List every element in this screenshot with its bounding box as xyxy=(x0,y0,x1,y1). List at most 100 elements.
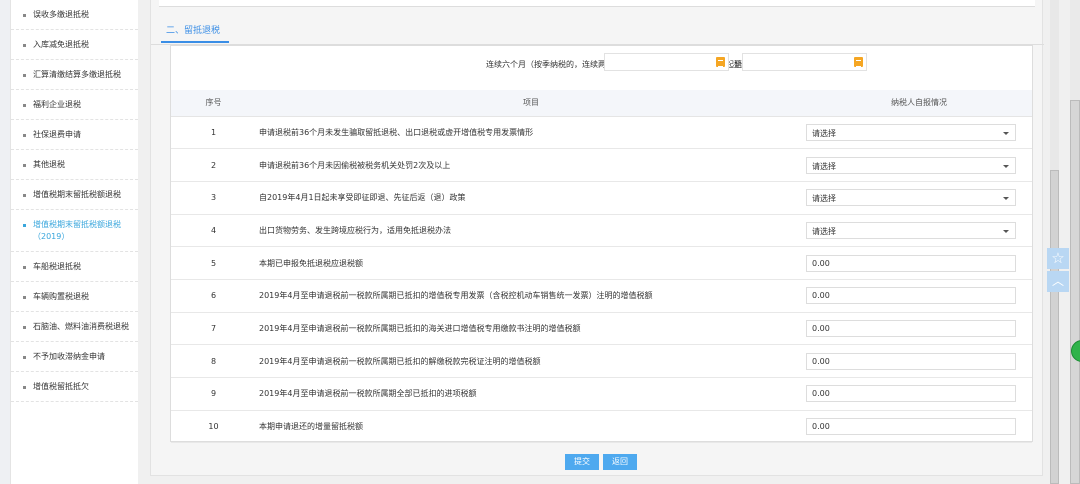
top-section xyxy=(159,0,1035,7)
row-number: 5 xyxy=(171,246,256,280)
table-row: 2 申请退税前36个月未因偷税被税务机关处罚2次及以上 请选择 xyxy=(171,148,1032,182)
refund-table: 序号 项目 纳税人自报情况 1 申请退税前36个月未发生骗取留抵退税、出口退税或虚… xyxy=(171,90,1032,444)
sidebar-item[interactable]: 增值税期末留抵税额退税（2019） xyxy=(11,210,138,252)
row-item: 申请退税前36个月未发生骗取留抵退税、出口退税或虚开增值税专用发票情形 xyxy=(256,116,806,150)
sidebar-item[interactable]: 石脑油、燃料油消费税退税 xyxy=(11,312,138,342)
row-item: 本期申请退还的增量留抵税额 xyxy=(256,410,806,444)
sidebar-item[interactable]: 入库减免退抵税 xyxy=(11,30,138,60)
amount-input[interactable]: 0.00 xyxy=(806,319,1016,337)
input-value: 0.00 xyxy=(812,422,830,432)
select-value: 请选择 xyxy=(812,128,836,138)
row-value-cell: 0.00 xyxy=(806,344,1032,378)
row-item: 2019年4月至申请退税前一税款所属期全部已抵扣的进项税额 xyxy=(256,377,806,411)
chevron-down-icon xyxy=(1003,164,1009,168)
row-number: 2 xyxy=(171,148,256,182)
row-number: 6 xyxy=(171,279,256,313)
inner-scrollbar-thumb[interactable] xyxy=(1050,170,1059,484)
sidebar-item[interactable]: 汇算清缴结算多缴退抵税 xyxy=(11,60,138,90)
select-value: 请选择 xyxy=(812,226,836,236)
row-value-cell: 请选择 xyxy=(806,214,1032,248)
button-group: 提交 返回 xyxy=(565,454,641,470)
header-self-report: 纳税人自报情况 xyxy=(806,90,1032,117)
row-item: 本期已申报免抵退税应退税额 xyxy=(256,246,806,280)
start-date-input[interactable] xyxy=(604,53,729,71)
input-value: 0.00 xyxy=(812,389,830,399)
chevron-down-icon xyxy=(1003,131,1009,135)
table-row: 3 自2019年4月1日起未享受即征即退、先征后返（退）政策 请选择 xyxy=(171,181,1032,215)
sidebar-item[interactable]: 福利企业退税 xyxy=(11,90,138,120)
calendar-icon[interactable] xyxy=(854,57,863,67)
date-row: 连续六个月（按季纳税的，连续两个季度）增量留抵税额均大于零的起始时间* 至 xyxy=(171,53,1032,77)
self-report-select[interactable]: 请选择 xyxy=(806,189,1016,207)
amount-input[interactable]: 0.00 xyxy=(806,287,1016,305)
sidebar: 误收多缴退抵税 入库减免退抵税 汇算清缴结算多缴退抵税 福利企业退税 社保退费申请 其他退… xyxy=(0,0,138,484)
sidebar-item[interactable]: 社保退费申请 xyxy=(11,120,138,150)
sidebar-item[interactable]: 增值税期末留抵税额退税 xyxy=(11,180,138,210)
calendar-icon[interactable] xyxy=(716,57,725,67)
amount-input[interactable]: 0.00 xyxy=(806,385,1016,403)
chevron-down-icon xyxy=(1003,229,1009,233)
table-row: 5 本期已申报免抵退税应退税额 0.00 xyxy=(171,246,1032,280)
outer-scrollbar-thumb[interactable] xyxy=(1070,100,1080,484)
star-icon: ☆ xyxy=(1051,249,1065,267)
self-report-select[interactable]: 请选择 xyxy=(806,156,1016,174)
amount-input[interactable]: 0.00 xyxy=(806,254,1016,272)
sidebar-item[interactable]: 其他退税 xyxy=(11,150,138,180)
favorite-button[interactable]: ☆ xyxy=(1047,248,1069,269)
table-row: 4 出口货物劳务、发生跨境应税行为，适用免抵退税办法 请选择 xyxy=(171,214,1032,248)
row-value-cell: 请选择 xyxy=(806,181,1032,215)
row-number: 7 xyxy=(171,312,256,346)
amount-input[interactable]: 0.00 xyxy=(806,352,1016,370)
sidebar-item[interactable]: 增值税留抵抵欠 xyxy=(11,372,138,402)
header-no: 序号 xyxy=(171,90,256,117)
row-number: 8 xyxy=(171,344,256,378)
sidebar-list: 误收多缴退抵税 入库减免退抵税 汇算清缴结算多缴退抵税 福利企业退税 社保退费申请 其他退… xyxy=(10,0,138,484)
select-value: 请选择 xyxy=(812,161,836,171)
self-report-select[interactable]: 请选择 xyxy=(806,123,1016,141)
row-value-cell: 0.00 xyxy=(806,279,1032,313)
row-value-cell: 请选择 xyxy=(806,116,1032,150)
row-value-cell: 0.00 xyxy=(806,410,1032,444)
chevron-down-icon xyxy=(1003,197,1009,201)
sidebar-item[interactable]: 车辆购置税退税 xyxy=(11,282,138,312)
form-panel: 连续六个月（按季纳税的，连续两个季度）增量留抵税额均大于零的起始时间* 至 序号… xyxy=(170,45,1033,444)
row-item: 出口货物劳务、发生跨境应税行为，适用免抵退税办法 xyxy=(256,214,806,248)
amount-input[interactable]: 0.00 xyxy=(806,418,1016,436)
submit-button[interactable]: 提交 xyxy=(565,454,599,470)
date-to-label: 至 xyxy=(734,60,742,69)
back-button[interactable]: 返回 xyxy=(603,454,637,470)
sidebar-item[interactable]: 误收多缴退抵税 xyxy=(11,0,138,30)
outer-scrollbar[interactable] xyxy=(1070,0,1080,484)
table-row: 7 2019年4月至申请退税前一税款所属期已抵扣的海关进口增值税专用缴款书注明的增… xyxy=(171,312,1032,346)
row-number: 10 xyxy=(171,410,256,444)
end-date-input[interactable] xyxy=(742,53,867,71)
input-value: 0.00 xyxy=(812,258,830,268)
inner-scrollbar[interactable] xyxy=(1050,0,1059,484)
row-value-cell: 请选择 xyxy=(806,148,1032,182)
row-value-cell: 0.00 xyxy=(806,246,1032,280)
row-number: 1 xyxy=(171,116,256,150)
input-value: 0.00 xyxy=(812,323,830,333)
table-row: 1 申请退税前36个月未发生骗取留抵退税、出口退税或虚开增值税专用发票情形 请选择 xyxy=(171,116,1032,150)
row-item: 申请退税前36个月未因偷税被税务机关处罚2次及以上 xyxy=(256,148,806,182)
sidebar-item[interactable]: 车船税退抵税 xyxy=(11,252,138,282)
header-item: 项目 xyxy=(256,90,806,117)
tab-retained-refund[interactable]: 二、留抵退税 xyxy=(161,23,229,43)
row-item: 2019年4月至申请退税前一税款所属期已抵扣的解缴税款完税证注明的增值税额 xyxy=(256,344,806,378)
row-number: 9 xyxy=(171,377,256,411)
row-item: 自2019年4月1日起未享受即征即退、先征后返（退）政策 xyxy=(256,181,806,215)
table-row: 9 2019年4月至申请退税前一税款所属期全部已抵扣的进项税额 0.00 xyxy=(171,377,1032,411)
row-item: 2019年4月至申请退税前一税款所属期已抵扣的增值税专用发票（含税控机动车销售统… xyxy=(256,279,806,313)
row-number: 4 xyxy=(171,214,256,248)
table-row: 6 2019年4月至申请退税前一税款所属期已抵扣的增值税专用发票（含税控机动车销售… xyxy=(171,279,1032,313)
self-report-select[interactable]: 请选择 xyxy=(806,221,1016,239)
input-value: 0.00 xyxy=(812,356,830,366)
back-to-top-button[interactable]: ︿ xyxy=(1047,271,1069,292)
chevron-up-icon: ︿ xyxy=(1051,274,1064,288)
row-item: 2019年4月至申请退税前一税款所属期已抵扣的海关进口增值税专用缴款书注明的增值… xyxy=(256,312,806,346)
sidebar-item[interactable]: 不予加收滞纳金申请 xyxy=(11,342,138,372)
row-value-cell: 0.00 xyxy=(806,377,1032,411)
table-row: 8 2019年4月至申请退税前一税款所属期已抵扣的解缴税款完税证注明的增值税额 0.… xyxy=(171,344,1032,378)
select-value: 请选择 xyxy=(812,194,836,204)
input-value: 0.00 xyxy=(812,291,830,301)
